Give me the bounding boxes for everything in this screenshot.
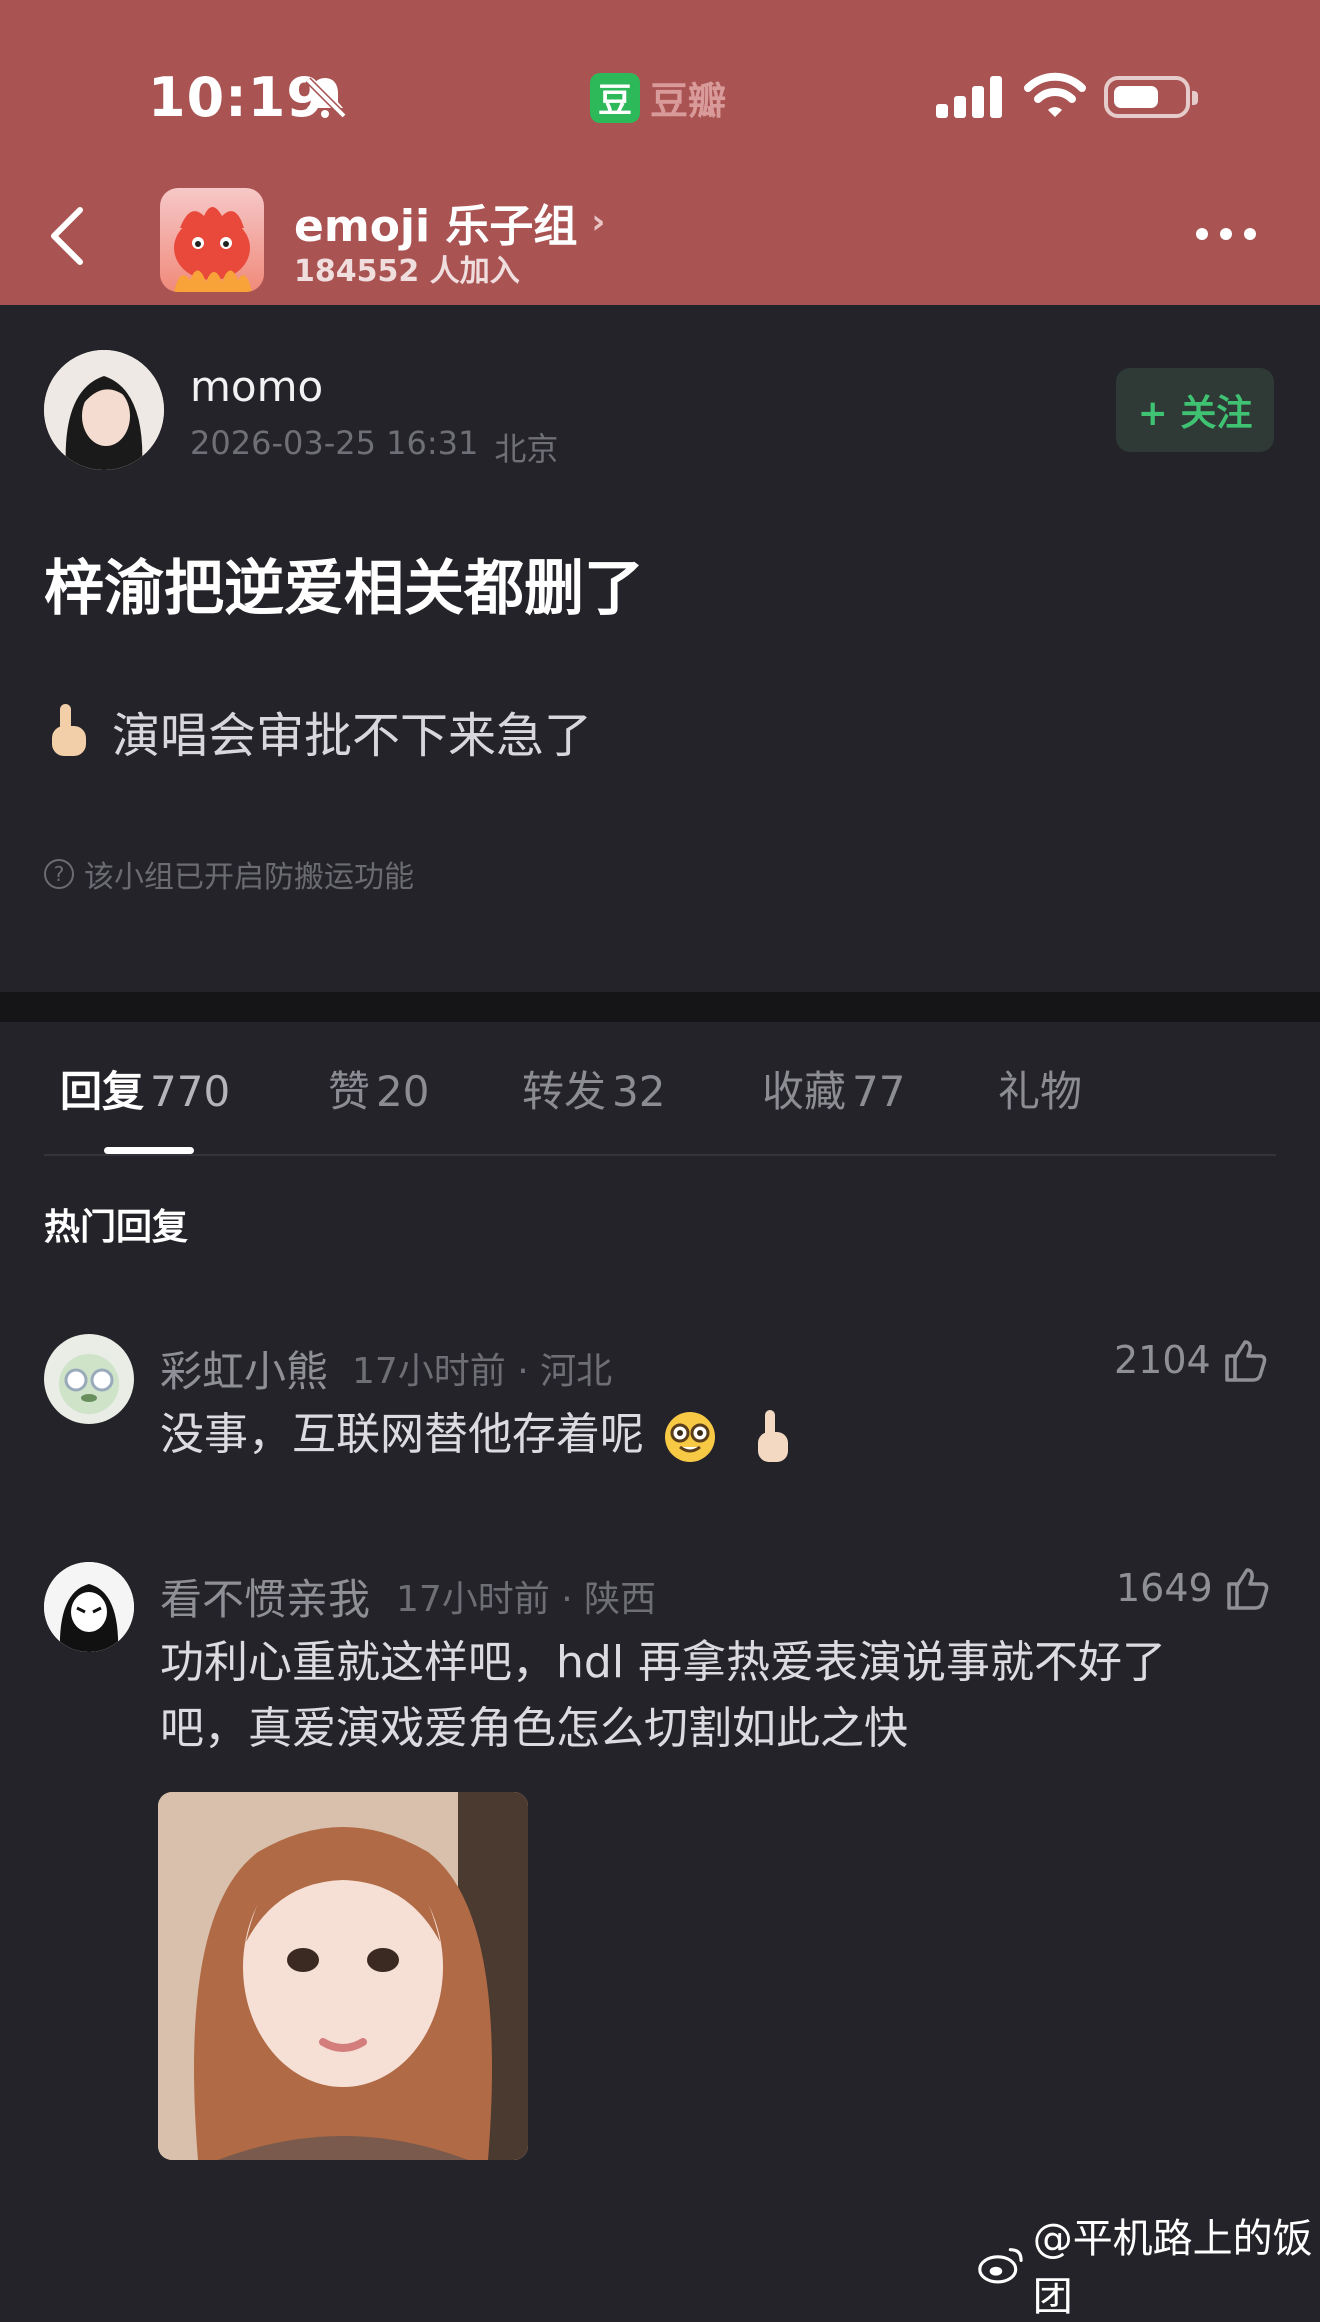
tab-replies[interactable]: 回复 770	[60, 1058, 230, 1119]
comment-meta: 17小时前 · 陕西	[396, 1579, 657, 1620]
group-avatar[interactable]	[160, 188, 264, 292]
hot-replies-title: 热门回复	[44, 1207, 189, 1248]
app-indicator: 豆 豆瓣	[590, 70, 726, 125]
comment-text: 功利心重就这样吧，hdl 再拿热爱表演说事就不好了 吧，真爱演戏爱角色怎么切割如…	[160, 1630, 1166, 1762]
comment-like-count: 1649	[1116, 1566, 1213, 1610]
tab-active-indicator	[104, 1147, 194, 1154]
weibo-logo-icon	[978, 2248, 1023, 2284]
group-title[interactable]: emoji 乐子组 ›	[294, 190, 605, 254]
comment-text-content: 没事，互联网替他存着呢	[160, 1409, 644, 1460]
group-title-label: emoji 乐子组	[294, 201, 578, 252]
section-divider	[0, 992, 1320, 1022]
comment-like-button[interactable]: 1649	[1116, 1564, 1271, 1612]
comment-photo[interactable]	[158, 1792, 528, 2160]
watermark: @平机路上的饭团	[978, 2206, 1320, 2322]
more-dots-icon[interactable]	[1196, 228, 1256, 240]
nerd-face-emoji	[665, 1412, 715, 1462]
comment-author[interactable]: 看不惯亲我	[160, 1566, 370, 1627]
comment-avatar[interactable]	[44, 1334, 134, 1424]
douban-logo-icon: 豆	[590, 72, 640, 123]
group-member-count: 184552 人加入	[294, 254, 520, 289]
post-body: 演唱会审批不下来急了	[44, 696, 592, 766]
pointing-up-emoji	[52, 704, 86, 756]
status-time: 10:19	[148, 66, 325, 129]
comment-meta: 17小时前 · 河北	[352, 1351, 613, 1392]
tab-likes[interactable]: 赞 20	[328, 1058, 429, 1119]
question-icon: ?	[44, 859, 74, 889]
wifi-icon	[1024, 72, 1086, 117]
thumbs-up-icon	[1224, 1340, 1267, 1382]
post-location: 北京	[494, 430, 559, 468]
comment-like-button[interactable]: 2104	[1114, 1336, 1269, 1384]
comment-author[interactable]: 彩虹小熊	[160, 1338, 328, 1399]
post-meta: 2026-03-25 16:31 北京	[190, 424, 558, 470]
author-name[interactable]: momo	[190, 362, 323, 411]
notice-text: 该小组已开启防搬运功能	[84, 860, 414, 895]
battery-icon	[1104, 76, 1198, 118]
comment-text-line: 功利心重就这样吧，hdl 再拿热爱表演说事就不好了	[160, 1637, 1167, 1688]
chevron-right-icon: ›	[591, 202, 606, 242]
comment-text-line: 吧，真爱演戏爱角色怎么切割如此之快	[160, 1703, 908, 1754]
app-name: 豆瓣	[650, 79, 727, 123]
author-avatar[interactable]	[44, 350, 164, 470]
pointing-up-emoji	[758, 1410, 788, 1462]
bell-muted-icon	[305, 77, 347, 119]
tab-gifts[interactable]: 礼物	[998, 1058, 1088, 1119]
thumbs-up-icon	[1226, 1568, 1269, 1610]
tab-reposts[interactable]: 转发 32	[522, 1058, 665, 1119]
back-chevron-icon[interactable]	[40, 200, 100, 270]
follow-button[interactable]: + 关注	[1116, 368, 1274, 452]
tab-divider	[44, 1154, 1276, 1156]
post-body-text: 演唱会审批不下来急了	[112, 708, 593, 764]
comment-avatar[interactable]	[44, 1562, 134, 1652]
comment-text: 没事，互联网替他存着呢	[160, 1402, 796, 1468]
post-datetime: 2026-03-25 16:31	[190, 424, 479, 462]
anti-repost-notice: ? 该小组已开启防搬运功能	[44, 852, 414, 896]
watermark-text: @平机路上的饭团	[1032, 2216, 1313, 2320]
tab-favorites[interactable]: 收藏 77	[762, 1058, 905, 1119]
post-title: 梓渝把逆爱相关都删了	[44, 554, 644, 624]
signal-icon	[936, 76, 1002, 118]
comment-like-count: 2104	[1114, 1338, 1211, 1382]
